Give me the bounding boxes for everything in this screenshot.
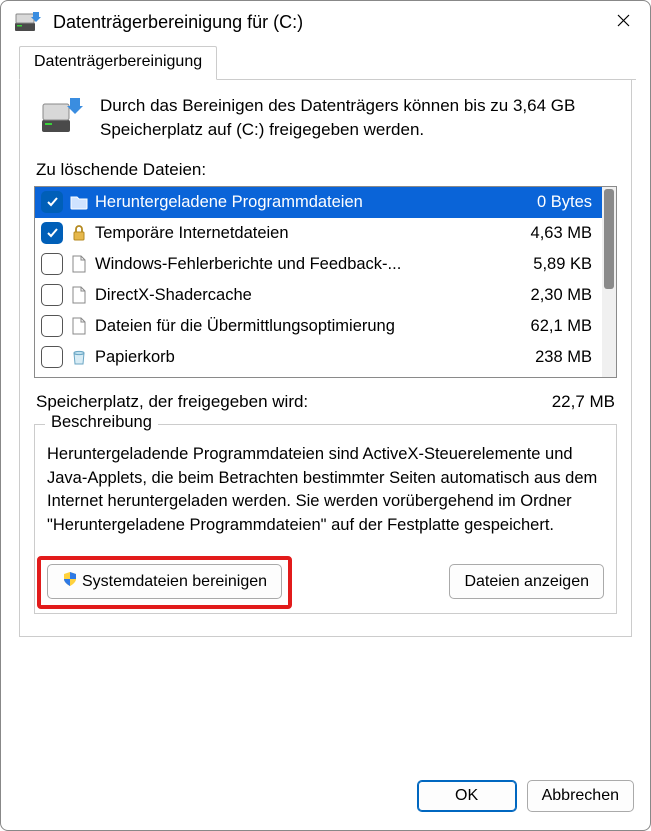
file-list-item[interactable]: Papierkorb 238 MB [35,342,602,373]
cancel-label: Abbrechen [542,787,619,805]
page-icon [69,284,89,306]
cleanup-system-files-button[interactable]: Systemdateien bereinigen [47,564,282,599]
disk-cleanup-icon [15,10,43,34]
tab-area: Datenträgerbereinigung Durch das Bereini… [1,45,650,637]
file-checkbox[interactable] [41,315,63,337]
file-size: 238 MB [535,348,596,367]
ok-button[interactable]: OK [417,780,517,812]
folder-icon [69,191,89,213]
ok-label: OK [455,787,478,805]
file-size: 4,63 MB [531,224,596,243]
freed-space-row: Speicherplatz, der freigegeben wird: 22,… [36,392,615,412]
description-button-row: Systemdateien bereinigen Dateien anzeige… [47,564,604,599]
view-files-label: Dateien anzeigen [464,573,589,591]
file-size: 0 Bytes [537,193,596,212]
file-list-item[interactable]: Temporäre Internetdateien 4,63 MB [35,218,602,249]
file-checkbox[interactable] [41,253,63,275]
page-icon [69,315,89,337]
file-size: 62,1 MB [531,317,596,336]
file-size: 2,30 MB [531,286,596,305]
close-button[interactable] [608,5,638,35]
file-list-item[interactable]: Dateien für die Übermittlungsoptimierung… [35,311,602,342]
dialog-footer: OK Abbrechen [1,764,650,830]
highlight-annotation: Systemdateien bereinigen [43,560,286,603]
scrollbar-thumb[interactable] [604,189,614,289]
file-list-item[interactable]: DirectX-Shadercache 2,30 MB [35,280,602,311]
file-checkbox[interactable] [41,284,63,306]
description-text: Heruntergeladende Programmdateien sind A… [47,443,604,539]
file-checkbox[interactable] [41,191,63,213]
files-heading: Zu löschende Dateien: [36,160,617,180]
file-name: Papierkorb [95,348,529,367]
file-list-item[interactable]: Heruntergeladene Programmdateien 0 Bytes [35,187,602,218]
file-name: Windows-Fehlerberichte und Feedback-... [95,255,527,274]
file-checkbox[interactable] [41,222,63,244]
cleanup-system-files-label: Systemdateien bereinigen [82,573,267,591]
file-list-item[interactable]: Windows-Fehlerberichte und Feedback-... 5… [35,249,602,280]
freed-space-value: 22,7 MB [552,392,615,412]
scrollbar[interactable] [602,187,616,377]
file-size: 5,89 KB [533,255,596,274]
shield-icon [62,571,78,592]
freed-space-label: Speicherplatz, der freigegeben wird: [36,392,552,412]
file-checkbox[interactable] [41,346,63,368]
view-files-button[interactable]: Dateien anzeigen [449,564,604,599]
file-name: Dateien für die Übermittlungsoptimierung [95,317,525,336]
file-name: Temporäre Internetdateien [95,224,525,243]
tab-strip: Datenträgerbereinigung [19,45,636,80]
intro-row: Durch das Bereinigen des Datenträgers kö… [34,94,617,142]
intro-text: Durch das Bereinigen des Datenträgers kö… [100,94,617,142]
description-group: Beschreibung Heruntergeladende Programmd… [34,424,617,615]
lock-icon [69,222,89,244]
dialog-window: Datenträgerbereinigung für (C:) Datenträ… [0,0,651,831]
bin-icon [69,346,89,368]
page-icon [69,253,89,275]
titlebar: Datenträgerbereinigung für (C:) [1,1,650,45]
cancel-button[interactable]: Abbrechen [527,780,634,812]
disk-cleanup-large-icon [40,94,84,138]
file-name: DirectX-Shadercache [95,286,525,305]
window-title: Datenträgerbereinigung für (C:) [53,12,608,33]
tab-content: Durch das Bereinigen des Datenträgers kö… [19,80,632,637]
file-list: Heruntergeladene Programmdateien 0 Bytes T… [34,186,617,378]
file-name: Heruntergeladene Programmdateien [95,193,531,212]
tab-disk-cleanup[interactable]: Datenträgerbereinigung [19,46,217,80]
description-heading: Beschreibung [45,413,158,432]
